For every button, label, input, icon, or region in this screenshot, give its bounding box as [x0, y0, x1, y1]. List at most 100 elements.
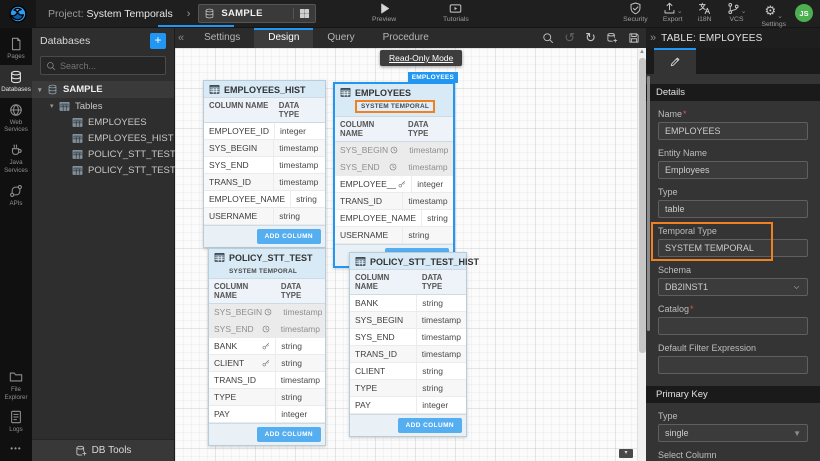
column-row[interactable]: BANKstring	[350, 295, 466, 312]
column-row[interactable]: SYS_ENDtimestamp	[209, 321, 325, 338]
data-type-header: DATA TYPE	[417, 270, 466, 294]
rail-item-databases[interactable]: Databases	[0, 65, 32, 98]
table-card-header[interactable]: EMPLOYEESSYSTEM TEMPORAL	[335, 84, 453, 116]
edit-tab[interactable]	[654, 48, 696, 74]
column-row[interactable]: BANKstring	[209, 338, 325, 355]
column-row[interactable]: SYS_BEGINtimestamp	[204, 140, 325, 157]
rail-item-web-services[interactable]: Web Services	[0, 98, 32, 139]
column-row[interactable]: TRANS_IDtimestamp	[204, 174, 325, 191]
add-column-button[interactable]: ADD COLUMN	[398, 418, 462, 433]
column-row[interactable]: SYS_ENDtimestamp	[204, 157, 325, 174]
more-options-button[interactable]: •••	[0, 438, 32, 461]
tab-procedure[interactable]: Procedure	[369, 28, 443, 48]
column-row[interactable]: TRANS_IDtimestamp	[350, 346, 466, 363]
tab-query[interactable]: Query	[313, 28, 368, 48]
tree-item-policy-stt-test[interactable]: POLICY_STT_TEST	[32, 146, 174, 162]
field-type-input[interactable]: table	[658, 200, 808, 218]
design-canvas[interactable]: Read-Only Mode ▲ ▾ EMPLOYEES_HISTCOLUMN …	[175, 48, 646, 461]
column-row[interactable]: USERNAMEstring	[335, 227, 453, 244]
column-row[interactable]: TRANS_IDtimestamp	[209, 372, 325, 389]
export-button[interactable]: ⌄Export	[663, 2, 683, 28]
field-default-filter-expression-input[interactable]	[658, 356, 808, 374]
canvas-scrollbar-thumb[interactable]	[639, 58, 646, 353]
vcs-button[interactable]: ⌄VCS	[727, 2, 747, 28]
db-tools-button[interactable]: DB Tools	[32, 439, 174, 461]
expand-right-icon[interactable]: »	[646, 32, 661, 44]
rail-item-logs[interactable]: Logs	[0, 405, 32, 438]
field-type-select[interactable]: single▼	[658, 424, 808, 442]
column-headers: COLUMN NAMEDATA TYPE	[350, 269, 466, 295]
user-avatar[interactable]: JS	[795, 4, 813, 22]
table-card-policy-stt-test-hist[interactable]: POLICY_STT_TEST_HISTCOLUMN NAMEDATA TYPE…	[349, 252, 467, 437]
db-script-icon[interactable]	[606, 32, 618, 44]
preview-button[interactable]: Preview	[372, 2, 396, 23]
column-row[interactable]: TYPEstring	[209, 389, 325, 406]
column-row[interactable]: USERNAMEstring	[204, 208, 325, 225]
rail-item-java-services[interactable]: Java Services	[0, 138, 32, 179]
tree-item-tables-folder[interactable]: ▾Tables	[32, 98, 174, 114]
grid-icon[interactable]	[293, 8, 310, 19]
table-card-policy-stt-test[interactable]: POLICY_STT_TESTSYSTEM TEMPORALCOLUMN NAM…	[208, 248, 326, 446]
canvas-corner-button[interactable]: ▾	[619, 449, 633, 458]
tree-item-policy-stt-test-hist[interactable]: POLICY_STT_TEST_HIST	[32, 162, 174, 178]
database-selector[interactable]: SAMPLE	[198, 4, 316, 23]
table-card-header[interactable]: POLICY_STT_TEST_HIST	[350, 253, 466, 269]
field-value: single	[665, 428, 793, 438]
tree-item-database[interactable]: ▾SAMPLE	[32, 81, 174, 98]
clock-icon	[260, 325, 270, 333]
tab-design[interactable]: Design	[254, 28, 313, 48]
add-database-button[interactable]: +	[150, 33, 166, 49]
column-row[interactable]: EMPLOYEE_NAMEstring	[204, 191, 325, 208]
i18n-button[interactable]: i18N	[698, 2, 712, 28]
table-card-employees-hist[interactable]: EMPLOYEES_HISTCOLUMN NAMEDATA TYPEEMPLOY…	[203, 80, 326, 248]
column-row[interactable]: SYS_BEGINtimestamp	[335, 142, 453, 159]
collapse-left-icon[interactable]: «	[175, 32, 190, 44]
table-card-header[interactable]: POLICY_STT_TESTSYSTEM TEMPORAL	[209, 249, 325, 278]
scroll-up-arrow[interactable]: ▲	[638, 48, 646, 57]
column-row[interactable]: CLIENTstring	[209, 355, 325, 372]
search-input[interactable]	[60, 61, 160, 71]
caret-down-icon[interactable]: ▾	[38, 86, 47, 94]
rail-item-pages[interactable]: Pages	[0, 32, 32, 65]
security-button[interactable]: Security	[623, 2, 648, 28]
caret-down-icon[interactable]: ▾	[50, 102, 59, 110]
column-row[interactable]: CLIENTstring	[350, 363, 466, 380]
column-row[interactable]: EMPLOYEE__integer	[335, 176, 453, 193]
field-entity-name-input[interactable]: Employees	[658, 161, 808, 179]
add-column-button[interactable]: ADD COLUMN	[257, 427, 321, 442]
column-row[interactable]: PAYinteger	[209, 406, 325, 423]
rail-item-file-explorer[interactable]: File Explorer	[0, 365, 32, 406]
field-schema-select[interactable]: DB2INST1	[658, 278, 808, 296]
field-temporal-type-input[interactable]: SYSTEM TEMPORAL	[658, 239, 808, 257]
column-row[interactable]: TYPEstring	[350, 380, 466, 397]
column-row[interactable]: SYS_ENDtimestamp	[350, 329, 466, 346]
tab-settings[interactable]: Settings	[190, 28, 254, 48]
column-row[interactable]: EMPLOYEE_IDinteger	[204, 123, 325, 140]
column-row[interactable]: EMPLOYEE_NAMEstring	[335, 210, 453, 227]
settings-button[interactable]: ⚙⌄Settings	[761, 2, 786, 28]
inspector-scrollbar-thumb[interactable]	[647, 76, 650, 331]
table-card-employees[interactable]: EMPLOYEESEMPLOYEESSYSTEM TEMPORALCOLUMN …	[333, 82, 455, 268]
app-logo[interactable]	[0, 0, 36, 28]
tree-item-employees-hist[interactable]: EMPLOYEES_HIST	[32, 130, 174, 146]
column-row[interactable]: SYS_BEGINtimestamp	[209, 304, 325, 321]
save-icon[interactable]	[628, 32, 640, 44]
rail-item-apis[interactable]: APIs	[0, 179, 32, 212]
search-canvas-icon[interactable]	[542, 32, 554, 44]
field-name-input[interactable]: EMPLOYEES	[658, 122, 808, 140]
sidebar-search[interactable]	[40, 56, 166, 75]
redo-icon[interactable]: ↻	[585, 32, 596, 45]
column-row[interactable]: TRANS_IDtimestamp	[335, 193, 453, 210]
tutorials-button[interactable]: Tutorials	[443, 2, 469, 23]
tree-item-employees[interactable]: EMPLOYEES	[32, 114, 174, 130]
add-column-button[interactable]: ADD COLUMN	[257, 229, 321, 244]
table-card-header[interactable]: EMPLOYEES_HIST	[204, 81, 325, 97]
field-catalog-input[interactable]	[658, 317, 808, 335]
table-card-rows: SYS_BEGINtimestampSYS_ENDtimestampBANKst…	[209, 304, 325, 423]
project-breadcrumb[interactable]: Project: System Temporals	[48, 8, 173, 20]
undo-icon[interactable]: ↺	[564, 32, 575, 45]
temporal-badge-row: SYSTEM TEMPORAL	[355, 100, 448, 113]
column-row[interactable]: SYS_BEGINtimestamp	[350, 312, 466, 329]
column-row[interactable]: PAYinteger	[350, 397, 466, 414]
column-row[interactable]: SYS_ENDtimestamp	[335, 159, 453, 176]
